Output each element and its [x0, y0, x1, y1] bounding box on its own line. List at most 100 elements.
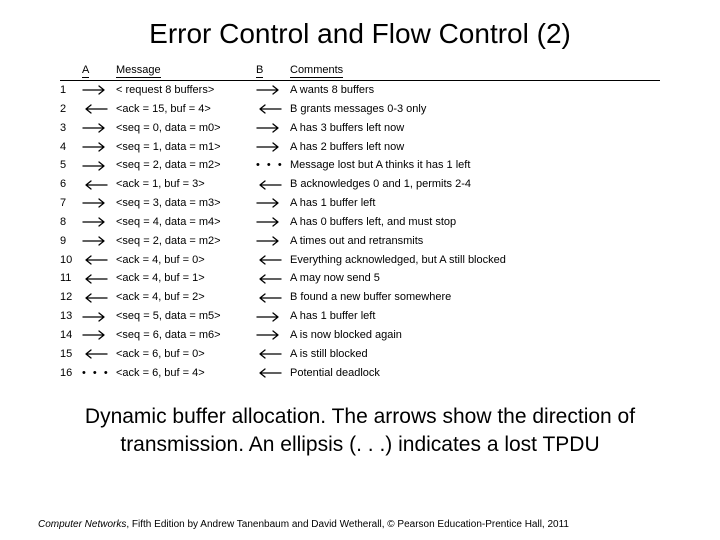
row-number: 8 [60, 213, 82, 232]
table-row: 11<ack = 4, buf = 1>A may now send 5 [60, 269, 660, 288]
table-row: 7<seq = 3, data = m3>A has 1 buffer left [60, 194, 660, 213]
arrow-left-icon [82, 349, 108, 359]
b-direction [256, 175, 290, 194]
message-cell: <ack = 4, buf = 0> [116, 251, 256, 270]
row-number: 13 [60, 307, 82, 326]
arrow-left-icon [256, 349, 282, 359]
b-direction [256, 81, 290, 100]
row-number: 5 [60, 156, 82, 175]
table-row: 15 <ack = 6, buf = 0> A is still blocked [60, 345, 660, 364]
table-row: 13 <seq = 5, data = m5> A has 1 buffer lef… [60, 307, 660, 326]
arrow-right-icon [256, 85, 282, 95]
comment-cell: A has 2 buffers left now [290, 138, 660, 157]
message-cell: <ack = 6, buf = 0> [116, 345, 256, 364]
table-row: 12 <ack = 4, buf = 2> B found a new buffer… [60, 288, 660, 307]
arrow-left-icon [256, 293, 282, 303]
a-direction [82, 156, 116, 175]
table-row: 14<seq = 6, data = m6>A is now blocked a… [60, 326, 660, 345]
b-direction [256, 269, 290, 288]
footer-book-title: Computer Networks [38, 519, 126, 530]
message-cell: <ack = 1, buf = 3> [116, 175, 256, 194]
a-direction [82, 307, 116, 326]
arrow-left-icon [256, 104, 282, 114]
message-cell: <seq = 6, data = m6> [116, 326, 256, 345]
comment-cell: A has 1 buffer left [290, 307, 660, 326]
arrow-right-icon [82, 198, 108, 208]
row-number: 11 [60, 269, 82, 288]
b-direction [256, 288, 290, 307]
a-direction [82, 269, 116, 288]
b-direction [256, 232, 290, 251]
message-cell: <seq = 1, data = m1> [116, 138, 256, 157]
message-cell: <seq = 5, data = m5> [116, 307, 256, 326]
message-cell: <ack = 15, buf = 4> [116, 100, 256, 119]
message-cell: <seq = 4, data = m4> [116, 213, 256, 232]
b-direction [256, 194, 290, 213]
arrow-right-icon [256, 330, 282, 340]
b-direction: • • • [256, 156, 290, 175]
message-cell: < request 8 buffers> [116, 81, 256, 100]
message-cell: <seq = 0, data = m0> [116, 119, 256, 138]
arrow-right-icon [82, 236, 108, 246]
footer-credit: Computer Networks, Fifth Edition by Andr… [0, 519, 720, 530]
arrow-right-icon [82, 312, 108, 322]
arrow-right-icon [82, 217, 108, 227]
col-a: A [82, 62, 116, 81]
message-cell: <seq = 3, data = m3> [116, 194, 256, 213]
table-row: 6<ack = 1, buf = 3>B acknowledges 0 and … [60, 175, 660, 194]
a-direction [82, 138, 116, 157]
comment-cell: B grants messages 0-3 only [290, 100, 660, 119]
message-cell: <ack = 6, buf = 4> [116, 364, 256, 383]
arrow-right-icon [256, 236, 282, 246]
b-direction [256, 138, 290, 157]
a-direction: • • • [82, 364, 116, 383]
row-number: 12 [60, 288, 82, 307]
row-number: 10 [60, 251, 82, 270]
row-number: 7 [60, 194, 82, 213]
arrow-right-icon [82, 142, 108, 152]
arrow-left-icon [256, 368, 282, 378]
b-direction [256, 364, 290, 383]
table-row: 8<seq = 4, data = m4>A has 0 buffers lef… [60, 213, 660, 232]
b-direction [256, 100, 290, 119]
a-direction [82, 251, 116, 270]
table-row: 10<ack = 4, buf = 0>Everything acknowled… [60, 251, 660, 270]
a-direction [82, 326, 116, 345]
row-number: 2 [60, 100, 82, 119]
arrow-right-icon [256, 198, 282, 208]
table-row: 1< request 8 buffers>A wants 8 buffers [60, 81, 660, 100]
arrow-left-icon [256, 255, 282, 265]
table-row: 9<seq = 2, data = m2>A times out and ret… [60, 232, 660, 251]
arrow-right-icon [256, 142, 282, 152]
table-row: 5<seq = 2, data = m2>• • •Message lost b… [60, 156, 660, 175]
b-direction [256, 307, 290, 326]
arrow-right-icon [256, 312, 282, 322]
message-cell: <seq = 2, data = m2> [116, 156, 256, 175]
arrow-right-icon [256, 123, 282, 133]
comment-cell: B found a new buffer somewhere [290, 288, 660, 307]
footer-rest: , Fifth Edition by Andrew Tanenbaum and … [126, 519, 569, 530]
arrow-right-icon [82, 330, 108, 340]
message-cell: <ack = 4, buf = 2> [116, 288, 256, 307]
message-cell: <seq = 2, data = m2> [116, 232, 256, 251]
arrow-right-icon [82, 161, 108, 171]
b-direction [256, 119, 290, 138]
slide-title: Error Control and Flow Control (2) [0, 0, 720, 62]
a-direction [82, 119, 116, 138]
a-direction [82, 81, 116, 100]
comment-cell: A has 3 buffers left now [290, 119, 660, 138]
a-direction [82, 100, 116, 119]
col-b: B [256, 62, 290, 81]
b-direction [256, 251, 290, 270]
comment-cell: A is still blocked [290, 345, 660, 364]
table-row: 3 <seq = 0, data = m0> A has 3 buffers lef… [60, 119, 660, 138]
arrow-left-icon [82, 180, 108, 190]
row-number: 15 [60, 345, 82, 364]
comment-cell: B acknowledges 0 and 1, permits 2-4 [290, 175, 660, 194]
row-number: 3 [60, 119, 82, 138]
ellipsis-icon: • • • [82, 367, 110, 379]
message-cell: <ack = 4, buf = 1> [116, 269, 256, 288]
comment-cell: A is now blocked again [290, 326, 660, 345]
a-direction [82, 175, 116, 194]
comment-cell: A times out and retransmits [290, 232, 660, 251]
